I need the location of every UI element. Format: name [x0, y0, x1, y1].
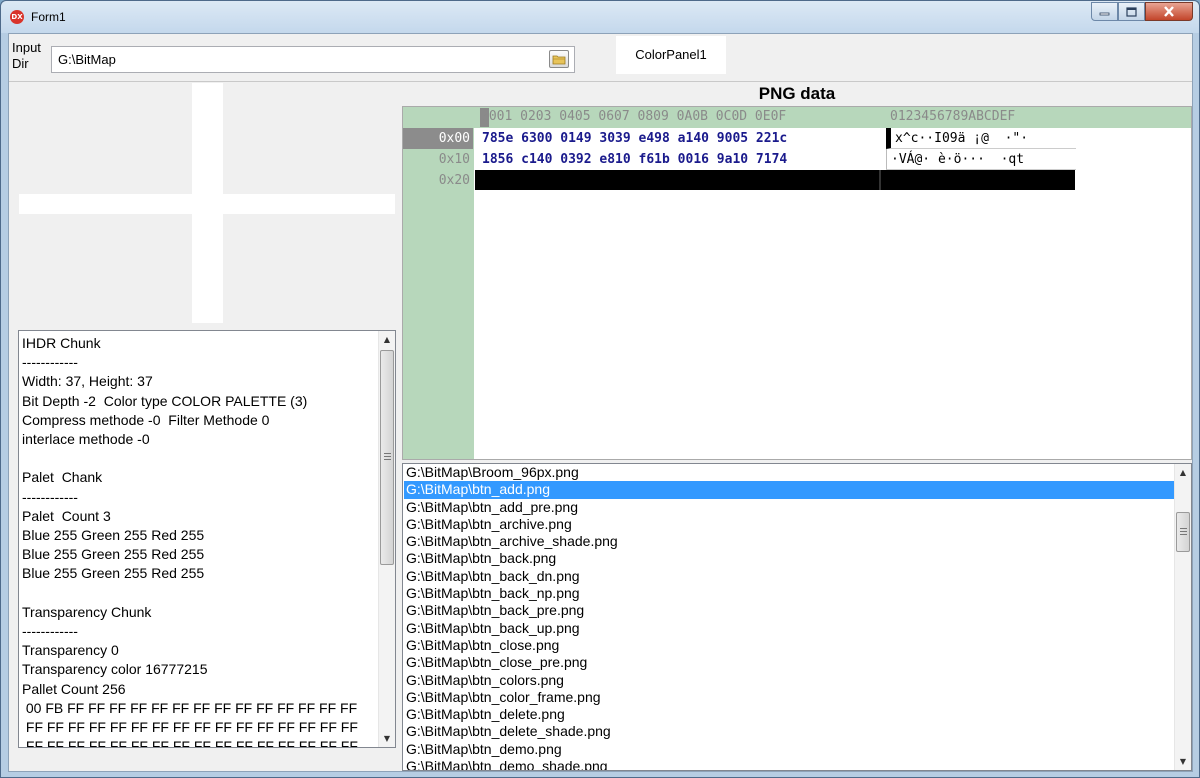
file-list-item[interactable]: G:\BitMap\btn_add.png	[404, 481, 1174, 499]
file-list-item[interactable]: G:\BitMap\btn_color_frame.png	[404, 689, 1174, 706]
hex-row-address[interactable]: 0x10	[403, 149, 473, 170]
file-list-item[interactable]: G:\BitMap\btn_close_pre.png	[404, 654, 1174, 671]
scroll-grip-icon	[384, 453, 391, 460]
title-bar[interactable]: DX Form1	[1, 1, 1199, 33]
scroll-down-arrow-icon[interactable]: ▼	[1175, 753, 1191, 770]
scroll-grip-icon	[1180, 528, 1187, 535]
app-icon: DX	[10, 10, 24, 24]
file-list-item[interactable]: G:\BitMap\btn_back_np.png	[404, 585, 1174, 602]
file-list-item[interactable]: G:\BitMap\btn_back.png	[404, 550, 1174, 567]
file-list-item[interactable]: G:\BitMap\btn_close.png	[404, 637, 1174, 654]
chunk-info-text: IHDR Chunk ------------ Width: 37, Heigh…	[22, 335, 358, 748]
chunk-info-memo[interactable]: IHDR Chunk ------------ Width: 37, Heigh…	[18, 330, 396, 748]
hex-viewer[interactable]: 0001 0203 0405 0607 0809 0A0B 0C0D 0E0F …	[402, 106, 1192, 460]
close-button[interactable]	[1145, 2, 1193, 21]
file-list-items: G:\BitMap\Broom_96px.png G:\BitMap\btn_ad…	[404, 464, 1174, 770]
hex-row-ascii[interactable]: ·VÁ@· è·ö··· ·qt	[886, 149, 1076, 170]
minimize-button[interactable]	[1091, 2, 1118, 21]
hex-row-ascii[interactable]: x^c··I09ä ¡@ ·"·	[886, 128, 1076, 149]
file-list-item[interactable]: G:\BitMap\btn_colors.png	[404, 672, 1174, 689]
left-panel: IHDR Chunk ------------ Width: 37, Heigh…	[9, 83, 401, 771]
image-preview	[9, 83, 401, 325]
ascii-column-header: 0123456789ABCDEF	[890, 109, 1016, 124]
scroll-thumb[interactable]	[380, 350, 394, 565]
directory-input[interactable]: G:\BitMap	[51, 46, 575, 73]
file-list-item[interactable]: G:\BitMap\Broom_96px.png	[404, 464, 1174, 481]
form-client-area: Input Dir G:\BitMap ColorPanel1 IHDR Chun…	[8, 33, 1193, 772]
scroll-thumb[interactable]	[1176, 512, 1190, 552]
file-list-item[interactable]: G:\BitMap\btn_add_pre.png	[404, 499, 1174, 516]
file-list-scrollbar[interactable]: ▲ ▼	[1174, 464, 1191, 770]
file-list-item[interactable]: G:\BitMap\btn_back_dn.png	[404, 568, 1174, 585]
folder-icon	[552, 55, 566, 65]
file-list-item[interactable]: G:\BitMap\btn_archive.png	[404, 516, 1174, 533]
maximize-button[interactable]	[1118, 2, 1145, 21]
color-panel: ColorPanel1	[616, 36, 726, 74]
hex-column-header: 0001 0203 0405 0607 0809 0A0B 0C0D 0E0F	[481, 109, 787, 124]
scroll-up-arrow-icon[interactable]: ▲	[1175, 464, 1191, 481]
close-icon	[1164, 6, 1174, 17]
hex-row-bytes[interactable]: 785e 6300 0149 3039 e498 a140 9005 221c	[480, 128, 880, 149]
file-list-item[interactable]: G:\BitMap\btn_delete.png	[404, 706, 1174, 723]
file-listbox[interactable]: G:\BitMap\Broom_96px.png G:\BitMap\btn_ad…	[402, 463, 1192, 771]
file-list-item[interactable]: G:\BitMap\btn_back_pre.png	[404, 602, 1174, 619]
hex-row-address[interactable]: 0x20	[403, 170, 473, 191]
file-list-item[interactable]: G:\BitMap\btn_delete_shade.png	[404, 723, 1174, 740]
right-panel: PNG data 0001 0203 0405 0607 0809 0A0B 0…	[402, 83, 1192, 771]
main-window: DX Form1 InputDir G:\BitMap ColorPanel1	[0, 0, 1200, 778]
info-scrollbar[interactable]: ▲ ▼	[378, 331, 395, 747]
input-label-line1: Input	[12, 40, 41, 55]
file-list-item[interactable]: G:\BitMap\btn_demo_shade.png	[404, 758, 1174, 770]
file-list-item[interactable]: G:\BitMap\btn_back_up.png	[404, 620, 1174, 637]
hex-header: 0001 0203 0405 0607 0809 0A0B 0C0D 0E0F …	[403, 107, 1191, 128]
scroll-down-arrow-icon[interactable]: ▼	[379, 730, 395, 747]
browse-folder-button[interactable]	[549, 50, 569, 68]
scroll-up-arrow-icon[interactable]: ▲	[379, 331, 395, 348]
png-data-title: PNG data	[758, 84, 836, 103]
hex-row-address[interactable]: 0x00	[403, 128, 473, 149]
maximize-icon	[1126, 6, 1137, 17]
top-panel: Input Dir G:\BitMap ColorPanel1	[9, 34, 1192, 82]
hex-row-bytes[interactable]: 1856 c140 0392 e810 f61b 0016 9a10 7174	[480, 149, 880, 170]
window-title: Form1	[31, 10, 66, 24]
file-list-item[interactable]: G:\BitMap\btn_archive_shade.png	[404, 533, 1174, 550]
caption-buttons	[1091, 2, 1193, 21]
preview-cross-horizontal	[19, 194, 395, 214]
input-label-line2: Dir	[12, 56, 29, 71]
input-dir-label: Input Dir	[12, 40, 52, 72]
hex-ascii-divider	[879, 170, 881, 190]
minimize-icon	[1099, 12, 1110, 16]
hex-row-empty[interactable]	[475, 170, 1075, 190]
file-list-item[interactable]: G:\BitMap\btn_demo.png	[404, 741, 1174, 758]
